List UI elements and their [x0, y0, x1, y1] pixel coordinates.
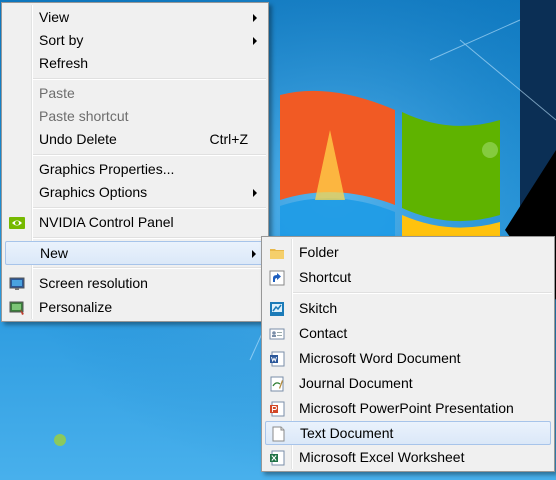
menu-item-new-shortcut[interactable]: Shortcut [265, 266, 551, 290]
desktop-context-menu: View Sort by Refresh Paste Paste shortcu… [1, 2, 269, 322]
new-label: New [40, 245, 69, 261]
graphics-properties-label: Graphics Properties... [39, 161, 175, 177]
shortcut-label: Shortcut [299, 269, 352, 285]
menu-separator [33, 207, 266, 209]
menu-item-sort-by[interactable]: Sort by [5, 29, 265, 53]
text-file-icon [272, 426, 285, 442]
submenu-arrow-icon [253, 14, 257, 22]
menu-item-new-text-document[interactable]: Text Document [265, 421, 551, 445]
personalize-icon [9, 301, 24, 315]
skitch-label: Skitch [299, 300, 338, 316]
screen-resolution-label: Screen resolution [39, 275, 148, 291]
submenu-arrow-icon [252, 250, 256, 258]
contact-label: Contact [299, 325, 348, 341]
new-submenu: Folder Shortcut Skitch Contact Microsoft… [261, 236, 555, 472]
submenu-arrow-icon [253, 189, 257, 197]
menu-item-new-powerpoint-presentation[interactable]: Microsoft PowerPoint Presentation [265, 397, 551, 421]
menu-separator [33, 154, 266, 156]
submenu-arrow-icon [253, 37, 257, 45]
nvidia-label: NVIDIA Control Panel [39, 214, 174, 230]
text-document-label: Text Document [300, 425, 394, 441]
folder-icon [270, 249, 284, 259]
menu-item-new-journal-document[interactable]: Journal Document [265, 372, 551, 396]
menu-item-graphics-properties[interactable]: Graphics Properties... [5, 158, 265, 182]
refresh-label: Refresh [39, 55, 89, 71]
excel-icon [270, 450, 285, 466]
powerpoint-icon [270, 401, 285, 417]
undo-delete-label: Undo Delete [39, 131, 117, 147]
powerpoint-presentation-label: Microsoft PowerPoint Presentation [299, 400, 514, 416]
menu-separator [33, 237, 266, 239]
menu-item-new-skitch[interactable]: Skitch [265, 297, 551, 321]
sort-by-label: Sort by [39, 32, 84, 48]
menu-item-new-folder[interactable]: Folder [265, 241, 551, 265]
contact-card-icon [269, 328, 285, 340]
menu-item-new-word-document[interactable]: Microsoft Word Document [265, 347, 551, 371]
shortcut-arrow-icon [269, 270, 285, 286]
menu-item-screen-resolution[interactable]: Screen resolution [5, 272, 265, 296]
menu-item-paste-shortcut[interactable]: Paste shortcut [5, 105, 265, 129]
journal-icon [270, 376, 284, 392]
personalize-label: Personalize [39, 299, 113, 315]
folder-label: Folder [299, 244, 339, 260]
monitor-icon [9, 277, 25, 290]
excel-worksheet-label: Microsoft Excel Worksheet [299, 449, 465, 465]
menu-item-view[interactable]: View [5, 6, 265, 30]
menu-separator [293, 292, 552, 294]
menu-item-graphics-options[interactable]: Graphics Options [5, 181, 265, 205]
menu-item-paste[interactable]: Paste [5, 82, 265, 106]
keyboard-shortcut: Ctrl+Z [209, 131, 249, 147]
paste-label: Paste [39, 85, 75, 101]
menu-item-new[interactable]: New [5, 241, 265, 265]
menu-item-personalize[interactable]: Personalize [5, 296, 265, 320]
word-document-icon [270, 351, 285, 367]
word-document-label: Microsoft Word Document [299, 350, 461, 366]
menu-item-new-contact[interactable]: Contact [265, 322, 551, 346]
view-label: View [39, 9, 70, 25]
menu-item-refresh[interactable]: Refresh [5, 52, 265, 76]
journal-document-label: Journal Document [299, 375, 413, 391]
menu-separator [33, 78, 266, 80]
skitch-icon [270, 302, 284, 316]
menu-item-nvidia-control-panel[interactable]: NVIDIA Control Panel [5, 211, 265, 235]
paste-shortcut-label: Paste shortcut [39, 108, 129, 124]
graphics-options-label: Graphics Options [39, 184, 148, 200]
menu-item-new-excel-worksheet[interactable]: Microsoft Excel Worksheet [265, 446, 551, 470]
nvidia-icon [9, 217, 25, 229]
menu-item-undo-delete[interactable]: Undo Delete Ctrl+Z [5, 128, 265, 152]
menu-separator [33, 267, 266, 269]
